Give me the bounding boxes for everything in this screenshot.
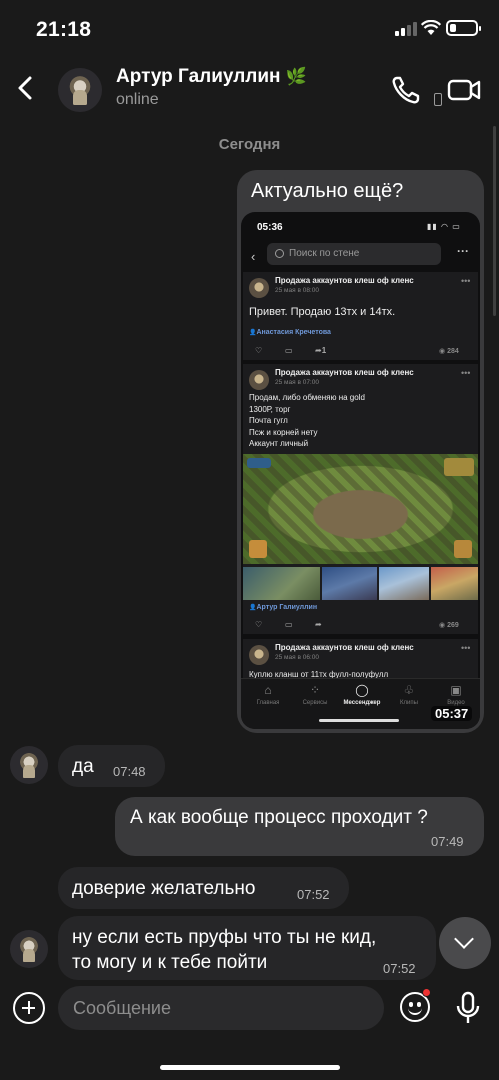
attached-screenshot[interactable]: 05:36 ▮▮ ◠ ▭ ‹ Поиск по стене ··· Продаж… xyxy=(241,212,480,729)
home-indicator xyxy=(160,1065,340,1070)
post-game-image xyxy=(243,454,478,564)
post-author: Артур Галиуллин xyxy=(249,604,317,611)
sender-avatar[interactable] xyxy=(10,746,48,784)
comment-icon: ▭ xyxy=(285,346,293,355)
phone-call-icon[interactable] xyxy=(388,72,424,108)
tab-messenger: ◯ Мессенджер xyxy=(339,683,385,706)
message-time: 07:49 xyxy=(431,834,464,849)
repost-icon: ➦1 xyxy=(315,346,327,355)
repost-icon: ➦ xyxy=(315,620,322,629)
screenshot-timestamp: 05:37 xyxy=(431,706,473,721)
comment-icon: ▭ xyxy=(285,620,293,629)
video-icon: ▣ xyxy=(450,683,462,697)
outgoing-message-card[interactable]: Актуально ещё? 05:36 ▮▮ ◠ ▭ ‹ Поиск по с… xyxy=(237,170,484,733)
sender-avatar[interactable] xyxy=(10,930,48,968)
post-views: ◉ 269 xyxy=(439,622,459,629)
clips-icon: ♧ xyxy=(403,683,415,697)
message-input[interactable]: Сообщение xyxy=(58,986,384,1030)
status-time: 21:18 xyxy=(36,18,92,41)
battery-icon xyxy=(446,20,481,36)
post-title: Продажа аккаунтов клеш оф кленс xyxy=(275,643,414,652)
scrollbar[interactable] xyxy=(493,126,496,316)
group-avatar xyxy=(249,278,269,298)
post-body-line: Псж и корней нету xyxy=(249,427,318,437)
date-separator: Сегодня xyxy=(218,136,281,153)
status-bar: 21:18 xyxy=(0,0,499,58)
mobile-device-icon xyxy=(434,93,442,106)
notification-dot xyxy=(422,988,431,997)
incoming-message[interactable]: ну если есть пруфы что ты не кид, то мог… xyxy=(58,916,436,980)
microphone-icon[interactable] xyxy=(455,990,481,1026)
contact-avatar[interactable] xyxy=(58,68,102,112)
video-call-icon[interactable] xyxy=(444,72,484,108)
post-body-line: 1300Р, торг xyxy=(249,404,291,414)
post-body-line: Аккаунт личный xyxy=(249,439,309,448)
post-title: Продажа аккаунтов клеш оф кленс xyxy=(275,276,414,285)
screenshot-more-icon: ··· xyxy=(457,244,469,258)
screenshot-home-indicator xyxy=(319,719,399,722)
tab-video: ▣ Видео xyxy=(433,683,479,706)
back-chevron-icon[interactable] xyxy=(10,70,44,106)
signal-icon xyxy=(395,22,417,36)
wall-post: Продажа аккаунтов клеш оф кленс 25 мая в… xyxy=(243,639,478,679)
like-icon: ♡ xyxy=(255,346,263,355)
home-icon: ⌂ xyxy=(264,683,272,697)
card-message-text: Актуально ещё? xyxy=(251,180,404,202)
like-icon: ♡ xyxy=(255,620,263,629)
screenshot-status-icons: ▮▮ ◠ ▭ xyxy=(427,222,461,231)
message-time: 07:48 xyxy=(113,764,146,779)
post-author: Анастасия Кречетова xyxy=(249,329,330,336)
scroll-down-icon[interactable] xyxy=(439,917,491,969)
post-date: 25 мая в 07:00 xyxy=(275,379,319,386)
post-more-icon: ••• xyxy=(461,643,471,653)
message-text-line: ну если есть пруфы что ты не кид, xyxy=(72,927,377,948)
chat-header: Артур Галиуллин 🌿 online xyxy=(0,58,499,122)
post-more-icon: ••• xyxy=(461,276,471,286)
message-text: да xyxy=(72,756,94,777)
group-avatar xyxy=(249,645,269,665)
post-date: 25 мая в 06:00 xyxy=(275,654,319,661)
message-input-placeholder: Сообщение xyxy=(73,998,171,1018)
message-text-line: то могу и к тебе пойти xyxy=(72,952,268,973)
post-views: ◉ 284 xyxy=(439,348,459,355)
outgoing-message[interactable]: А как вообще процесс проходит ? 07:49 xyxy=(115,797,484,856)
post-body: Привет. Продаю 13тх и 14тх. xyxy=(249,306,396,318)
screenshot-search-field: Поиск по стене xyxy=(267,243,441,265)
services-icon: ⁘ xyxy=(309,683,321,697)
message-text: А как вообще процесс проходит ? xyxy=(130,807,428,828)
post-image-thumbnails xyxy=(243,567,478,600)
message-time: 07:52 xyxy=(383,961,416,976)
tab-clips: ♧ Клипы xyxy=(386,683,432,706)
incoming-message[interactable]: доверие желательно 07:52 xyxy=(58,867,349,909)
tab-home: ⌂ Главная xyxy=(245,683,291,706)
sticker-icon[interactable] xyxy=(400,988,431,1022)
wall-post: Продажа аккаунтов клеш оф кленс 25 мая в… xyxy=(243,364,478,634)
post-more-icon: ••• xyxy=(461,368,471,378)
plus-icon[interactable] xyxy=(13,992,45,1024)
message-text: доверие желательно xyxy=(72,878,256,899)
group-avatar xyxy=(249,370,269,390)
messenger-icon: ◯ xyxy=(355,683,369,697)
tab-services: ⁘ Сервисы xyxy=(292,683,338,706)
leaf-emoji: 🌿 xyxy=(285,67,307,86)
post-body-line: Продам, либо обменяю на gold xyxy=(249,393,365,402)
wall-post: Продажа аккаунтов клеш оф кленс 25 мая в… xyxy=(243,272,478,360)
screenshot-time: 05:36 xyxy=(257,222,283,233)
screenshot-back-icon: ‹ xyxy=(251,249,256,264)
post-title: Продажа аккаунтов клеш оф кленс xyxy=(275,368,414,377)
post-date: 25 мая в 08:00 xyxy=(275,287,319,294)
wifi-icon xyxy=(421,20,441,35)
contact-name[interactable]: Артур Галиуллин 🌿 xyxy=(116,66,307,88)
incoming-message[interactable]: да 07:48 xyxy=(58,745,165,787)
message-time: 07:52 xyxy=(297,887,330,902)
contact-status: online xyxy=(116,91,159,108)
post-body-line: Почта гугл xyxy=(249,416,288,425)
